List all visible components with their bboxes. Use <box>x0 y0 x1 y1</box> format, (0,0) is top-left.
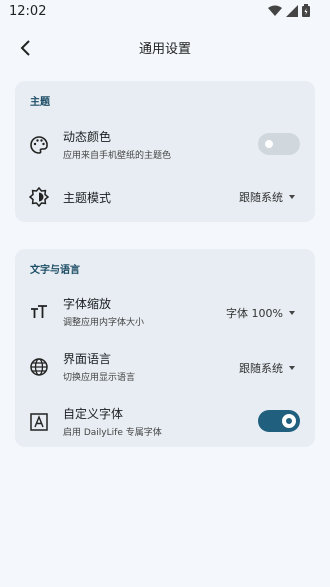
custom-font-toggle[interactable] <box>258 410 300 432</box>
palette-icon <box>30 136 48 154</box>
toggle-knob <box>282 414 296 428</box>
globe-icon <box>30 358 48 376</box>
page-title: 通用设置 <box>138 42 191 57</box>
ui-language-dropdown[interactable]: 跟随系统 <box>239 360 295 376</box>
font-scale-title: 字体缩放 <box>63 297 112 311</box>
theme-mode-value: 跟随系统 <box>239 191 283 204</box>
battery-icon <box>302 4 310 17</box>
brightness-icon <box>29 187 49 207</box>
chevron-down-icon <box>289 366 295 370</box>
app-bar: 通用设置 <box>0 28 330 68</box>
text-size-icon <box>31 305 47 318</box>
font-scale-dropdown[interactable]: 字体 100% <box>226 305 295 321</box>
custom-font-subtitle: 启用 DailyLife 专属字体 <box>63 428 162 438</box>
custom-font-row[interactable]: 自定义字体 启用 DailyLife 专属字体 <box>15 400 315 444</box>
status-bar: 12:02 <box>0 0 330 24</box>
ui-language-subtitle: 切换应用显示语言 <box>63 373 136 383</box>
chevron-down-icon <box>289 195 295 199</box>
toggle-knob <box>262 137 276 151</box>
font-icon <box>30 413 48 431</box>
wifi-icon <box>268 5 282 16</box>
theme-mode-row[interactable]: 主题模式 跟随系统 <box>15 175 315 219</box>
font-scale-row[interactable]: 字体缩放 调整应用内字体大小 字体 100% <box>15 290 315 334</box>
theme-mode-dropdown[interactable]: 跟随系统 <box>239 189 295 205</box>
status-time: 12:02 <box>9 4 47 19</box>
ui-language-value: 跟随系统 <box>239 362 283 375</box>
section-title-theme: 主题 <box>30 97 50 108</box>
font-scale-value: 字体 100% <box>226 307 283 320</box>
section-title-text-language: 文字与语言 <box>30 265 80 276</box>
dynamic-color-row[interactable]: 动态颜色 应用来自手机壁纸的主题色 <box>15 123 315 167</box>
dynamic-color-title: 动态颜色 <box>63 130 112 144</box>
chevron-down-icon <box>289 311 295 315</box>
dynamic-color-toggle[interactable] <box>258 133 300 155</box>
dynamic-color-subtitle: 应用来自手机壁纸的主题色 <box>63 151 172 161</box>
custom-font-title: 自定义字体 <box>63 407 124 421</box>
signal-icon <box>286 4 298 17</box>
theme-mode-title: 主题模式 <box>63 191 112 205</box>
font-scale-subtitle: 调整应用内字体大小 <box>63 318 145 328</box>
ui-language-row[interactable]: 界面语言 切换应用显示语言 跟随系统 <box>15 345 315 389</box>
text-language-card: 文字与语言 字体缩放 调整应用内字体大小 字体 100% 界面语言 切换应用显示… <box>15 249 315 447</box>
theme-card: 主题 动态颜色 应用来自手机壁纸的主题色 主题模式 跟随系统 <box>15 81 315 222</box>
ui-language-title: 界面语言 <box>63 352 112 366</box>
